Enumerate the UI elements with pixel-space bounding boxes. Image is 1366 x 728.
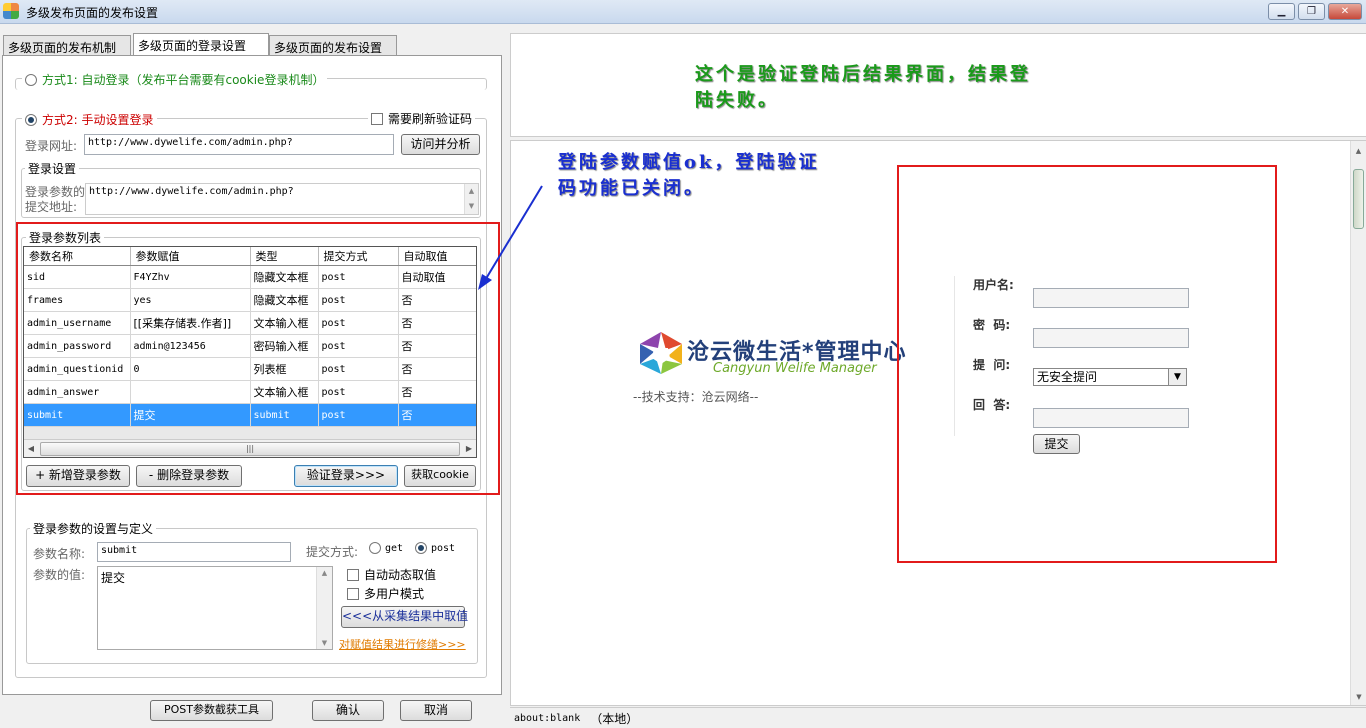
param-value-field[interactable]: 提交: [97, 566, 333, 650]
method-label: 提交方式:: [306, 545, 359, 559]
login-url-field[interactable]: http://www.dywelife.com/admin.php?: [84, 134, 394, 155]
method-get-label: get: [385, 542, 404, 554]
method-get-radio[interactable]: [369, 542, 381, 554]
preview-scrollbar[interactable]: ▲ ▼: [1350, 141, 1366, 705]
modify-value-link[interactable]: 对赋值结果进行修缮>>>: [339, 636, 466, 652]
ok-button[interactable]: 确认: [312, 700, 384, 721]
method-get-option[interactable]: get: [369, 542, 403, 554]
annotation-arrow: [478, 185, 543, 290]
scroll-up-icon[interactable]: ▲: [1351, 147, 1366, 155]
submit-url-label-line2: 提交地址:: [25, 200, 78, 214]
submit-url-field[interactable]: http://www.dywelife.com/admin.php?: [85, 183, 479, 215]
submit-url-label: 登录参数的 提交地址:: [25, 185, 85, 215]
refresh-captcha-label: 需要刷新验证码: [388, 112, 473, 126]
multi-user-label: 多用户模式: [364, 587, 425, 601]
refresh-captcha-option[interactable]: 需要刷新验证码: [368, 110, 476, 127]
window-title: 多级发布页面的发布设置: [26, 6, 159, 20]
visit-analyze-button[interactable]: 访问并分析: [401, 134, 480, 155]
minimize-button[interactable]: ▁: [1268, 3, 1295, 20]
method-post-option[interactable]: post: [415, 542, 455, 554]
mode2-radio[interactable]: [25, 113, 37, 126]
status-bar: about:blank （本地）: [510, 707, 1366, 728]
cancel-button[interactable]: 取消: [400, 700, 472, 721]
method-post-radio[interactable]: [415, 542, 427, 554]
tab-publish-settings[interactable]: 多级页面的发布设置: [269, 35, 397, 55]
mode2-option[interactable]: 方式2: 手动设置登录: [22, 111, 157, 128]
close-button[interactable]: ✕: [1328, 3, 1362, 20]
param-value-scrollbar[interactable]: ▲ ▼: [316, 567, 332, 649]
app-icon: [3, 3, 19, 19]
brand-name-en: Cangyun Welife Manager: [713, 361, 877, 376]
param-value-label: 参数的值:: [33, 568, 86, 582]
mode1-radio[interactable]: [25, 73, 37, 86]
title-bar: [0, 0, 1366, 24]
preview-scroll-thumb[interactable]: [1353, 169, 1364, 229]
mode1-option[interactable]: 方式1: 自动登录（发布平台需要有cookie登录机制）: [22, 71, 328, 88]
tab-login-settings[interactable]: 多级页面的登录设置: [133, 33, 269, 56]
status-url: about:blank: [514, 712, 581, 724]
tech-support-text: --技术支持：沧云网络--: [633, 390, 759, 404]
params-highlight-box: [16, 222, 500, 495]
definition-title: 登录参数的设置与定义: [30, 520, 157, 537]
auto-dynamic-option[interactable]: 自动动态取值: [347, 566, 436, 583]
mode1-label: 方式1: 自动登录（发布平台需要有cookie登录机制）: [42, 73, 325, 87]
mode2-label: 方式2: 手动设置登录: [42, 113, 154, 127]
multi-user-option[interactable]: 多用户模式: [347, 585, 424, 602]
submit-url-label-line1: 登录参数的: [25, 185, 86, 199]
param-name-label: 参数名称:: [33, 547, 86, 561]
tab-publish-mechanism[interactable]: 多级页面的发布机制: [3, 35, 131, 55]
restore-button[interactable]: ❐: [1298, 3, 1325, 20]
method-post-label: post: [431, 542, 456, 554]
auto-dynamic-checkbox[interactable]: [347, 568, 359, 581]
refresh-captcha-checkbox[interactable]: [371, 112, 383, 125]
result-note-annotation: 这个是验证登陆后结果界面，结果登陆失败。: [695, 64, 1031, 111]
param-name-field[interactable]: submit: [97, 542, 291, 562]
post-capture-tool-button[interactable]: POST参数截获工具: [150, 700, 273, 721]
from-collect-button[interactable]: <<<从采集结果中取值: [341, 606, 468, 628]
login-url-label: 登录网址:: [25, 139, 78, 153]
login-settings-title: 登录设置: [25, 160, 80, 177]
multi-user-checkbox[interactable]: [347, 587, 359, 600]
param-note-annotation: 登陆参数赋值ok，登陆验证码功能已关闭。: [558, 152, 820, 199]
status-zone: （本地）: [590, 711, 639, 726]
cangyun-logo-icon: [640, 332, 682, 374]
scroll-down-icon[interactable]: ▼: [1351, 693, 1366, 701]
auto-dynamic-label: 自动动态取值: [364, 568, 437, 582]
result-highlight-box: [897, 165, 1277, 563]
